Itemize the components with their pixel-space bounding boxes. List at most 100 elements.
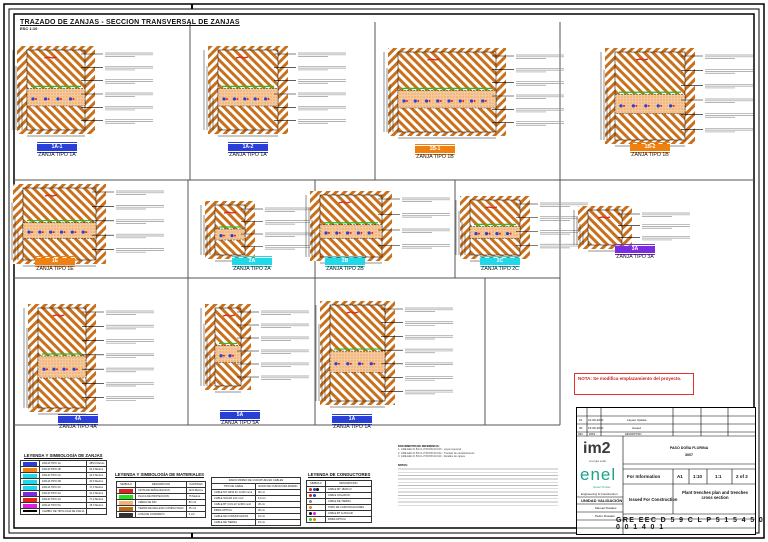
cable-icon bbox=[672, 104, 675, 107]
cable-icon bbox=[660, 104, 663, 107]
paper-size: A1 bbox=[677, 474, 683, 479]
warning-tape bbox=[222, 314, 235, 317]
trench-color-swatch bbox=[23, 467, 37, 472]
engineering-label: Engineering & Construction bbox=[581, 492, 618, 496]
drawing-title: TRAZADO DE ZANJAS - SECCION TRANSVERSAL … bbox=[20, 19, 240, 26]
warning-tape bbox=[235, 56, 249, 59]
modification-note: NOTA: Se modifica emplazamiento del proy… bbox=[574, 373, 694, 395]
cable-icon bbox=[474, 232, 478, 236]
cable-icon bbox=[361, 362, 364, 365]
trench-color-swatch bbox=[23, 479, 37, 484]
table-cell: 3 m3 bbox=[185, 511, 207, 518]
cable-icon bbox=[623, 104, 625, 107]
cable-icon bbox=[369, 362, 373, 366]
sheet-number: 2 of 2 bbox=[736, 474, 748, 479]
cable-icon bbox=[38, 230, 42, 234]
im2-logo-text: im2 bbox=[583, 440, 611, 457]
trench-color-swatch bbox=[23, 491, 37, 496]
cable-icon bbox=[402, 99, 406, 103]
trench-color-swatch bbox=[23, 485, 37, 490]
reference-doc-3: 3. GRE.EEC.D.59.CL.P.51545.00.013 - Deta… bbox=[398, 454, 465, 458]
cable-icon bbox=[31, 97, 35, 101]
cable-icon bbox=[335, 231, 339, 235]
cable-icon bbox=[619, 104, 623, 108]
sand-layer bbox=[214, 345, 242, 363]
title-block: 01 21-09-2020 Layout Update 00 15-06-202… bbox=[576, 407, 756, 535]
conductor-icon bbox=[309, 517, 313, 521]
table-cell bbox=[306, 516, 326, 523]
trench-section bbox=[600, 48, 753, 147]
table-row: CAMBIO DE TIPOLOGIA DE ZANJA bbox=[20, 508, 108, 515]
trench-section bbox=[383, 48, 564, 139]
cable-icon bbox=[223, 234, 225, 237]
section-label: ZANJA TIPO 1A bbox=[333, 424, 371, 430]
warning-tape bbox=[635, 58, 649, 61]
trench-color-swatch bbox=[23, 510, 37, 513]
cable-icon bbox=[253, 97, 257, 101]
table-row: FIBRA OPTICA bbox=[306, 516, 373, 523]
cable-icon bbox=[324, 231, 328, 235]
section-badge: 1E bbox=[35, 256, 75, 267]
cable-icon bbox=[226, 97, 228, 100]
im2-logo-sub: energia solar bbox=[589, 459, 607, 463]
description-header: DESCRIPTION bbox=[625, 432, 642, 436]
warning-tape bbox=[338, 201, 351, 204]
sand-layer bbox=[614, 93, 686, 114]
trench-section bbox=[315, 301, 453, 408]
conductor-icon bbox=[312, 487, 316, 491]
cable-icon bbox=[436, 99, 440, 103]
cable-icon bbox=[52, 231, 55, 234]
cable-icon bbox=[35, 97, 37, 100]
cable-icon bbox=[371, 231, 374, 234]
sand-layer bbox=[319, 224, 383, 239]
warning-tape bbox=[223, 211, 237, 214]
section-badge: 4A bbox=[58, 414, 98, 425]
cable-icon bbox=[509, 232, 512, 235]
cable-icon bbox=[85, 231, 88, 234]
section-label: ZANJA TIPO 1A bbox=[38, 152, 76, 158]
trench-section bbox=[8, 184, 164, 267]
trench-section bbox=[12, 46, 153, 137]
cable-icon bbox=[413, 99, 417, 103]
cable-icon bbox=[47, 97, 50, 100]
cable-icon bbox=[41, 231, 44, 234]
trench-section bbox=[200, 304, 309, 393]
section-badge: 3A bbox=[615, 244, 655, 255]
cable-icon bbox=[473, 99, 476, 102]
cable-icon bbox=[417, 99, 420, 102]
legend-materials-title: LEYENDA Y SIMBOLOGÍA DE MATERIALES bbox=[115, 472, 204, 477]
cable-icon bbox=[76, 368, 78, 371]
cable-icon bbox=[234, 234, 236, 237]
cable-icon bbox=[31, 231, 33, 234]
rev-description: Issued bbox=[632, 426, 641, 430]
cable-icon bbox=[219, 354, 223, 358]
cable-icon bbox=[360, 231, 363, 234]
rev-description: Layout Update bbox=[627, 418, 647, 422]
cable-icon bbox=[346, 362, 350, 366]
cable-icon bbox=[42, 367, 46, 371]
cable-icon bbox=[232, 354, 234, 357]
cable-icon bbox=[56, 97, 60, 101]
cable-icon bbox=[264, 97, 268, 101]
enel-logo: enel bbox=[580, 465, 617, 484]
cable-icon bbox=[481, 99, 485, 103]
cable-icon bbox=[424, 99, 429, 103]
notes-text bbox=[398, 467, 558, 508]
section-badge: 1A-1 bbox=[37, 142, 77, 153]
conductor-icon bbox=[309, 499, 313, 503]
plot-scale: 1:1 bbox=[715, 474, 722, 479]
material-swatch bbox=[119, 494, 133, 499]
section-badge: 1B-1 bbox=[415, 144, 455, 155]
cable-icon bbox=[228, 354, 232, 358]
cable-icon bbox=[669, 104, 673, 108]
trench-color-swatch bbox=[23, 503, 37, 508]
conductor-icon bbox=[309, 493, 313, 497]
material-swatch bbox=[119, 488, 133, 493]
cable-icon bbox=[328, 231, 330, 234]
conductor-icon bbox=[309, 487, 313, 491]
cable-icon bbox=[505, 232, 510, 236]
cable-icon bbox=[469, 99, 474, 103]
sand-layer bbox=[37, 355, 87, 379]
trench-fill bbox=[587, 209, 623, 246]
status: Issued For Construction bbox=[629, 497, 678, 502]
